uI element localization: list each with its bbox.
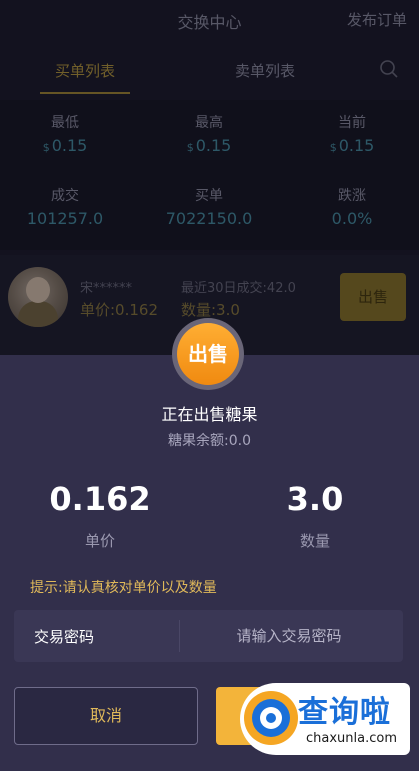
trade-password-label: 交易密码 (34, 628, 95, 646)
quantity-value: 3.0 (286, 480, 344, 518)
quantity-label: 数量 (299, 532, 330, 550)
trade-password-input[interactable] (184, 618, 394, 654)
candy-balance: 糖果余额:0.0 (168, 433, 251, 449)
divider (179, 620, 180, 652)
unit-price-label: 单价 (84, 532, 115, 550)
sell-badge: 出售 (172, 318, 244, 390)
watermark-title: 查询啦 (298, 695, 391, 730)
trade-password-row: 交易密码 (14, 610, 403, 662)
dialog-title: 正在出售糖果 (161, 405, 258, 424)
sell-badge-label: 出售 (177, 323, 239, 385)
verify-hint: 提示:请认真核对单价以及数量 (30, 580, 217, 596)
watermark: 查询啦 chaxunla.com (240, 683, 410, 755)
modal-backdrop[interactable] (0, 0, 419, 355)
watermark-url: chaxunla.com (306, 731, 397, 746)
unit-price-value: 0.162 (49, 480, 151, 518)
watermark-logo-icon (244, 691, 298, 745)
cancel-button[interactable]: 取消 (14, 687, 198, 745)
